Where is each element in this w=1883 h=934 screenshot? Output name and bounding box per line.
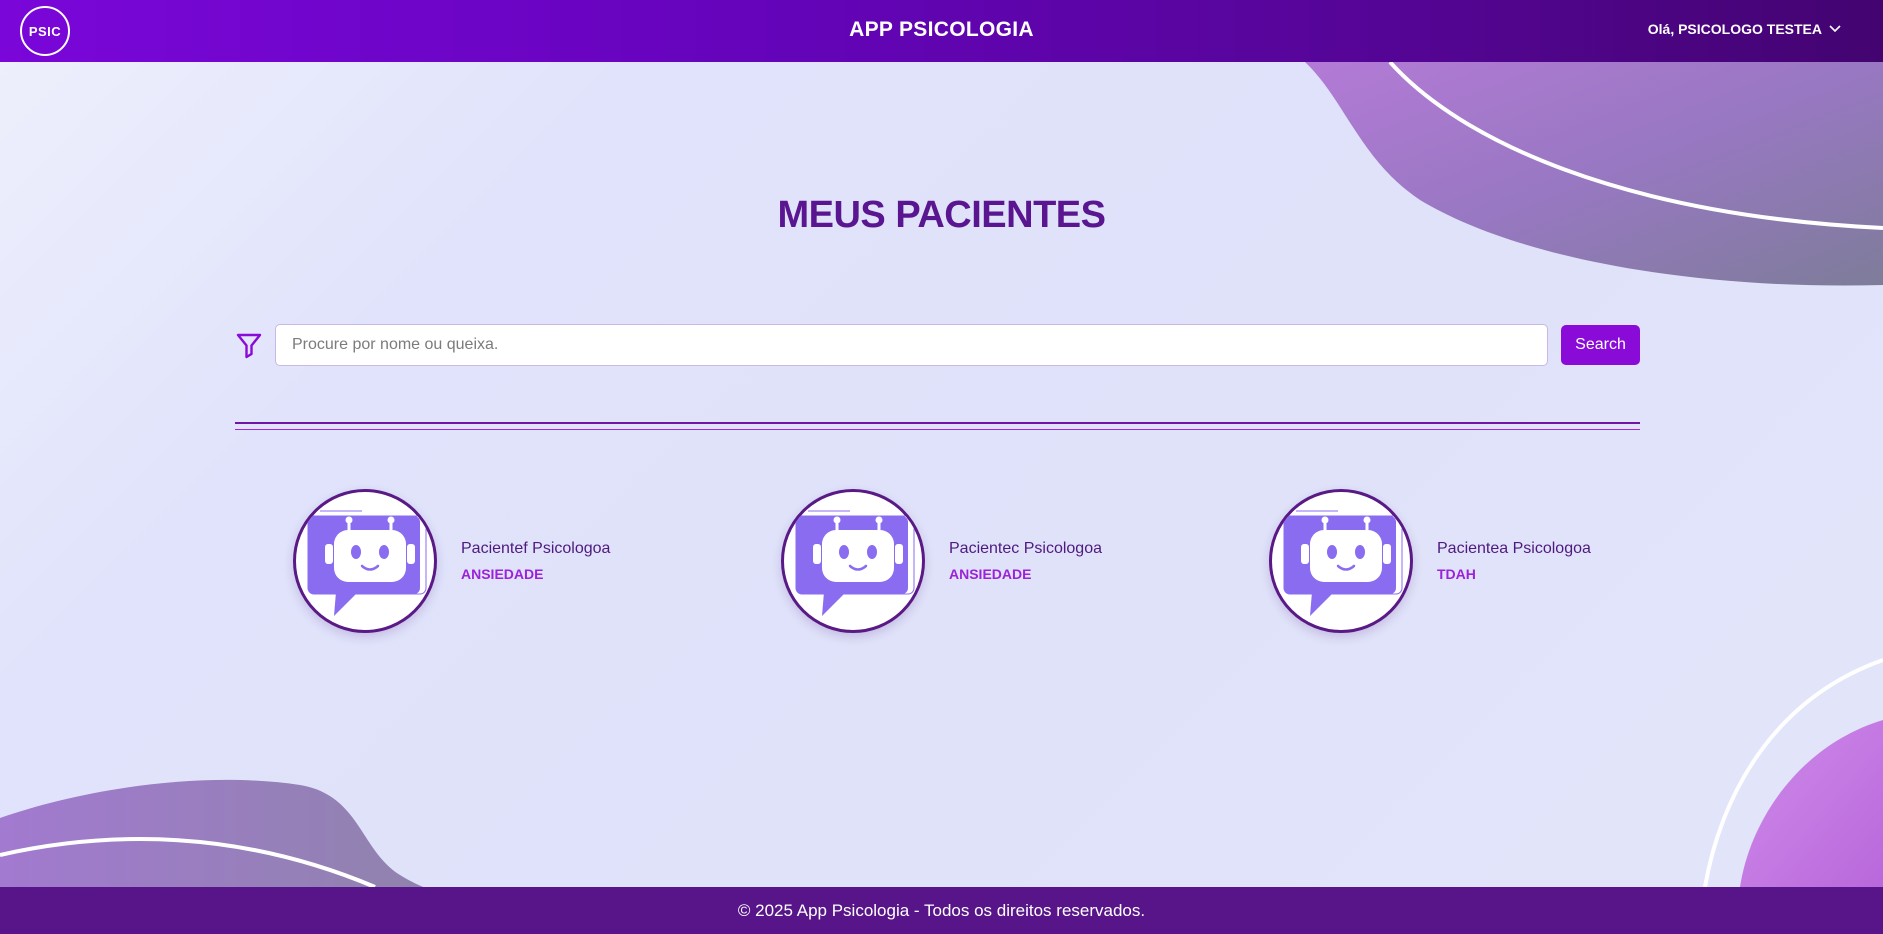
footer-copyright: © 2025 App Psicologia - Todos os direito… <box>737 900 1146 920</box>
section-divider <box>235 422 1640 430</box>
patient-name: Pacientec Psicologoa <box>949 540 1102 557</box>
page-footer: © 2025 App Psicologia - Todos os direito… <box>0 887 1883 934</box>
top-navbar: PSIC APP PSICOLOGIA Olá, PSICOLOGO TESTE… <box>0 0 1883 62</box>
patient-card[interactable]: Pacientea Psicologoa TDAH <box>1269 488 1629 634</box>
search-button[interactable]: Search <box>1561 325 1640 365</box>
patient-complaint: ANSIEDADE <box>461 566 544 582</box>
robot-chat-icon <box>795 510 915 616</box>
search-input[interactable] <box>275 324 1548 366</box>
robot-chat-icon <box>307 510 427 616</box>
chevron-down-icon <box>1829 25 1841 33</box>
app-title: APP PSICOLOGIA <box>849 18 1034 41</box>
filter-icon[interactable] <box>235 331 263 359</box>
page-title: MEUS PACIENTES <box>777 194 1106 236</box>
patient-avatar <box>781 489 925 633</box>
patient-complaint: ANSIEDADE <box>949 566 1032 582</box>
robot-chat-icon <box>1283 510 1403 616</box>
patient-avatar <box>1269 489 1413 633</box>
patient-card[interactable]: Pacientef Psicologoa ANSIEDADE <box>293 488 653 634</box>
patient-name: Pacientea Psicologoa <box>1437 540 1591 557</box>
patient-name: Pacientef Psicologoa <box>461 540 611 557</box>
user-greeting: Olá, PSICOLOGO TESTEA <box>1647 21 1822 37</box>
patient-list: Pacientef Psicologoa ANSIEDADE Pacientec… <box>0 488 1883 638</box>
background-decoration <box>0 0 1883 934</box>
patient-complaint: TDAH <box>1437 566 1476 582</box>
user-menu-dropdown[interactable]: Olá, PSICOLOGO TESTEA <box>1648 21 1841 37</box>
patient-card[interactable]: Pacientec Psicologoa ANSIEDADE <box>781 488 1141 634</box>
patient-avatar <box>293 489 437 633</box>
